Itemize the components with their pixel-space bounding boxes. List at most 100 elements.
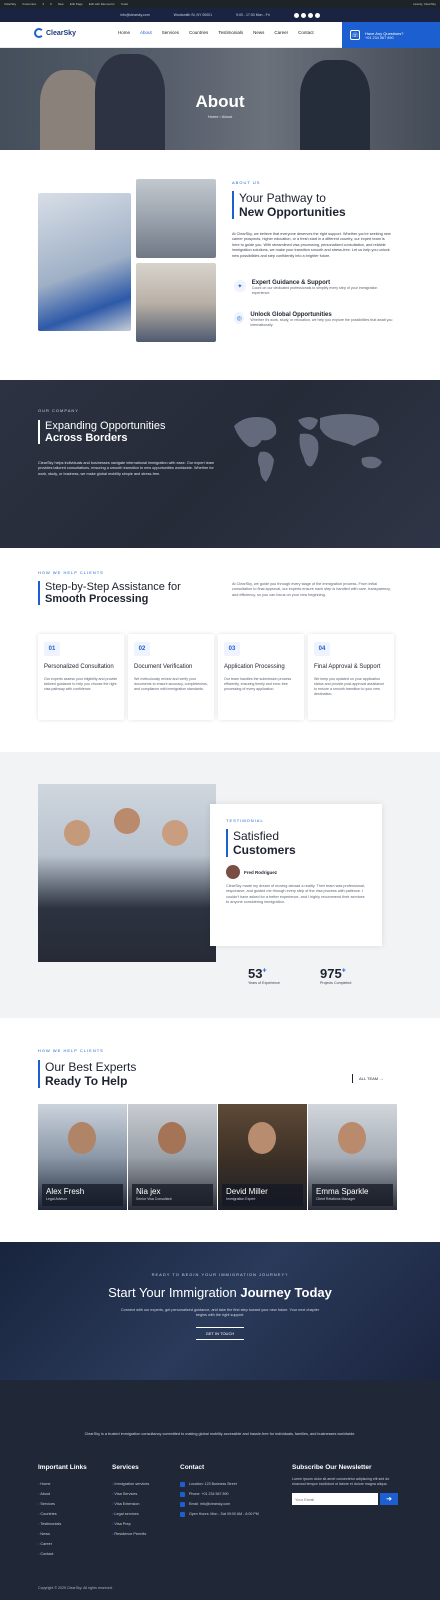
step-title: Document Verification [134,664,193,670]
contact-email[interactable]: Email: info@clearsky.com [189,1499,230,1509]
footer-link[interactable]: Immigration services [112,1479,149,1489]
site-logo[interactable]: ClearSky [34,28,76,38]
experts-title-line2: Ready To Help [45,1074,128,1088]
about-heading: Your Pathway to New Opportunities [232,191,346,219]
testimonial-quote: ClearSky made my dream of moving abroad … [226,884,365,905]
about-title-line2: New Opportunities [239,205,346,219]
newsletter-desc: Lorem ipsum dolor sit amet consectetur a… [292,1477,390,1486]
step-number: 02 [134,642,150,656]
nav-countries[interactable]: Countries [189,30,208,35]
contact-location: Location: 123 Business Street [189,1482,237,1486]
footer-link[interactable]: Countries [38,1509,87,1519]
about-title-line1: Your Pathway to [239,191,326,205]
site-footer: ClearSky is a trusted immigration consul… [0,1380,440,1600]
step-title: Application Processing [224,664,285,670]
header-call-cta[interactable]: ☏ Have Any Questions? +01 234 567 890 [342,22,440,48]
location-icon [180,1481,185,1487]
all-team-link[interactable]: ALL TEAM → [352,1074,389,1083]
footer-important-links: Important Links Home About Services Coun… [38,1464,87,1559]
admin-item[interactable]: ClearSky [4,2,16,6]
phone-booking-image [136,263,216,342]
social-links [293,12,320,18]
footer-link[interactable]: Visa Prep [112,1519,149,1529]
admin-user[interactable]: Howdy, ClearSky [413,2,436,6]
twitter-icon[interactable] [300,12,306,18]
stat-suffix: + [262,967,267,975]
testimonial-section: TESTIMONIAL Satisfied Customers Fred Rod… [0,752,440,1018]
footer-link[interactable]: Visa Services [112,1489,149,1499]
feature-desc: Count on our dedicated professionals to … [251,286,378,295]
airport-travelers-image [136,179,216,258]
step-card: 02 Document Verification We meticulously… [128,634,214,720]
admin-item[interactable]: Customize [22,2,36,6]
expert-role: Client Relations Manager [316,1197,356,1201]
contact-phone[interactable]: Phone: +01 234 567 890 [189,1489,228,1499]
step-number: 04 [314,642,330,656]
traveler-luggage-image [38,193,131,331]
steps-eyebrow: HOW WE HELP CLIENTS [38,570,104,575]
expert-card[interactable]: Nia jex Senior Visa Consultant [128,1104,217,1210]
footer-link[interactable]: Career [38,1539,87,1549]
expert-card[interactable]: Devid Miller Immigration Expert [218,1104,307,1210]
contact-hours: Open Hours: Mon - Sat 09:00 AM - 6:00 PM [189,1512,259,1516]
footer-intro: ClearSky is a trusted immigration consul… [84,1432,356,1436]
nav-services[interactable]: Services [162,30,179,35]
steps-title-line2: Smooth Processing [45,593,149,605]
footer-col-title: Services [112,1464,139,1471]
world-map-image [234,414,382,482]
nav-news[interactable]: News [253,30,264,35]
admin-item[interactable]: New [58,2,64,6]
footer-col-title: Subscribe Our Newsletter [292,1464,372,1471]
admin-bar: ClearSky Customize 3 0 New Edit Page Edi… [0,0,440,8]
footer-col-title: Contact [180,1464,205,1471]
footer-link[interactable]: News [38,1529,87,1539]
step-desc: We meticulously review and verify your d… [134,677,208,691]
about-section: ABOUT US Your Pathway to New Opportuniti… [0,150,440,380]
instagram-icon[interactable] [307,12,313,18]
about-paragraph: At ClearSky, we believe that everyone de… [232,232,391,258]
expert-name: Alex Fresh [46,1187,85,1196]
topbar-email[interactable]: info@clearsky.com [120,13,149,17]
nav-contact[interactable]: Contact [298,30,314,35]
footer-link[interactable]: Services [38,1499,87,1509]
admin-item[interactable]: Yoast [121,2,128,6]
linkedin-icon[interactable] [314,12,320,18]
nav-testimonials[interactable]: Testimonials [218,30,243,35]
footer-link[interactable]: About [38,1489,87,1499]
send-arrow-icon[interactable]: ➜ [380,1493,398,1505]
copyright: Copyright © 2025 ClearSky. All rights re… [38,1586,113,1590]
footer-link[interactable]: Legal services [112,1509,149,1519]
page-hero: About Home › About [0,48,440,150]
admin-item[interactable]: 3 [42,2,44,6]
footer-link[interactable]: Home [38,1479,87,1489]
journey-eyebrow: READY TO BEGIN YOUR IMMIGRATION JOURNEY? [151,1272,289,1277]
expert-name: Emma Sparkle [316,1187,369,1196]
nav-home[interactable]: Home [118,30,130,35]
stat-item: 53+ Years of Experience [248,966,280,985]
breadcrumb-home[interactable]: Home [208,114,219,119]
footer-link[interactable]: Visa Extension [112,1499,149,1509]
clock-icon [180,1511,185,1517]
footer-link[interactable]: Residence Permits [112,1529,149,1539]
facebook-icon[interactable] [293,12,299,18]
feature-item: ✦ Expert Guidance & Support Count on our… [234,280,394,296]
get-in-touch-button[interactable]: GET IN TOUCH [195,1326,245,1340]
avatar [226,865,240,879]
expert-card[interactable]: Emma Sparkle Client Relations Manager [308,1104,397,1210]
footer-link[interactable]: Testimonials [38,1519,87,1529]
admin-item[interactable]: Edit with Elementor [89,2,115,6]
feature-desc: Whether it's work, study, or relocation,… [250,318,393,327]
phone-icon [180,1491,185,1497]
steps-heading: Step-by-Step Assistance for Smooth Proce… [38,581,181,605]
nav-career[interactable]: Career [274,30,288,35]
nav-about[interactable]: About [140,30,152,35]
admin-item[interactable]: 0 [50,2,52,6]
top-info-bar: info@clearsky.com Wordsmith St, NY 00001… [0,8,440,22]
footer-link[interactable]: Contact [38,1549,87,1559]
journey-title-regular: Start Your Immigration [108,1285,237,1300]
newsletter-email-input[interactable] [292,1493,378,1505]
company-heading: Expanding Opportunities Across Borders [38,420,165,444]
expert-card[interactable]: Alex Fresh Legal Advisor [38,1104,127,1210]
step-card: 04 Final Approval & Support We keep you … [308,634,394,720]
admin-item[interactable]: Edit Page [70,2,83,6]
